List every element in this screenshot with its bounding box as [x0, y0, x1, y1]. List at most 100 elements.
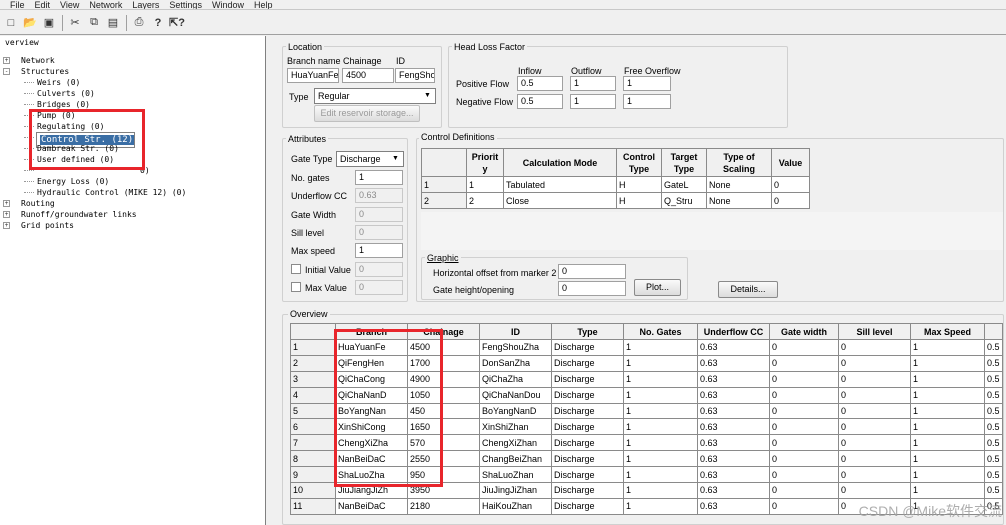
control-cell[interactable]: Close — [503, 192, 617, 209]
new-icon[interactable]: □ — [2, 14, 20, 32]
overview-cell[interactable]: 7 — [290, 434, 336, 452]
control-cell[interactable]: 2 — [421, 192, 467, 209]
overview-cell[interactable]: 0.5 — [984, 402, 1003, 420]
overview-cell[interactable]: 0.5 — [984, 466, 1003, 484]
tree-item[interactable]: Hydraulic Control (MIKE 12) (0) — [36, 187, 187, 198]
overview-cell[interactable]: 0 — [838, 434, 911, 452]
overview-cell[interactable]: 0.63 — [697, 497, 770, 515]
paste-icon[interactable]: ▤ — [104, 14, 122, 32]
overview-cell[interactable]: ChangBeiZhan — [479, 450, 552, 468]
tree-expander-icon[interactable]: + — [3, 211, 10, 218]
overview-cell[interactable]: 1 — [623, 339, 698, 356]
overview-cell[interactable]: 0.63 — [697, 450, 770, 468]
overview-cell[interactable]: Discharge — [551, 450, 624, 468]
positive-free-overflow-field[interactable]: 1 — [623, 76, 671, 91]
overview-cell[interactable]: 0.63 — [697, 370, 770, 388]
overview-cell[interactable]: 1 — [623, 434, 698, 452]
overview-cell[interactable]: Discharge — [551, 354, 624, 372]
overview-cell[interactable]: 0.63 — [697, 482, 770, 499]
save-icon[interactable]: ▣ — [40, 14, 58, 32]
menu-item-file[interactable]: File — [10, 1, 25, 10]
menu-item-layers[interactable]: Layers — [132, 1, 159, 10]
overview-header-cell[interactable] — [984, 323, 1003, 340]
negative-free-overflow-field[interactable]: 1 — [623, 94, 671, 109]
overview-cell[interactable]: Discharge — [551, 466, 624, 484]
gate-type-select[interactable]: Discharge ▼ — [336, 151, 404, 167]
overview-cell[interactable]: ShaLuoZhan — [479, 466, 552, 484]
tree-item[interactable]: Structures — [20, 66, 70, 77]
overview-cell[interactable]: 0.63 — [697, 386, 770, 404]
overview-cell[interactable]: 1 — [290, 339, 336, 356]
overview-cell[interactable]: 1 — [910, 434, 985, 452]
overview-cell[interactable]: HaiKouZhan — [479, 497, 552, 515]
overview-cell[interactable]: 0.5 — [984, 482, 1003, 499]
overview-cell[interactable]: 0 — [769, 402, 839, 420]
overview-cell[interactable]: 0.5 — [984, 354, 1003, 372]
type-select[interactable]: Regular ▼ — [314, 88, 436, 104]
attribute-field[interactable]: 0.63 — [355, 188, 403, 204]
overview-cell[interactable]: 0.5 — [984, 339, 1003, 356]
attribute-field[interactable]: 0 — [355, 279, 403, 295]
overview-cell[interactable]: ChengXiZhan — [479, 434, 552, 452]
overview-cell[interactable]: 0 — [838, 339, 911, 356]
control-cell[interactable]: Tabulated — [503, 176, 617, 193]
control-cell[interactable]: 0 — [771, 192, 810, 209]
overview-cell[interactable]: Discharge — [551, 482, 624, 499]
overview-cell[interactable]: 0 — [838, 402, 911, 420]
overview-header-cell[interactable]: Underflow CC — [697, 323, 770, 340]
plot-button[interactable]: Plot... — [634, 279, 681, 296]
overview-cell[interactable]: 1 — [623, 354, 698, 372]
overview-cell[interactable]: 0 — [838, 386, 911, 404]
overview-cell[interactable]: 11 — [290, 497, 336, 515]
control-cell[interactable]: H — [616, 192, 662, 209]
context-help-icon[interactable]: ⇱? — [168, 14, 186, 32]
overview-cell[interactable]: 1 — [623, 386, 698, 404]
overview-cell[interactable]: QiChaNanDou — [479, 386, 552, 404]
overview-cell[interactable]: 0 — [769, 386, 839, 404]
overview-cell[interactable]: 0.63 — [697, 402, 770, 420]
menu-item-edit[interactable]: Edit — [35, 1, 51, 10]
attribute-field[interactable]: 1 — [355, 170, 403, 185]
horizontal-offset-field[interactable]: 0 — [558, 264, 626, 279]
overview-cell[interactable]: 1 — [910, 466, 985, 484]
checkbox[interactable] — [291, 281, 301, 292]
overview-header-cell[interactable]: ID — [479, 323, 552, 340]
overview-cell[interactable]: Discharge — [551, 339, 624, 356]
overview-cell[interactable]: Discharge — [551, 386, 624, 404]
overview-cell[interactable]: 0 — [769, 370, 839, 388]
overview-cell[interactable]: 0.63 — [697, 434, 770, 452]
overview-cell[interactable]: 1 — [910, 339, 985, 356]
overview-cell[interactable]: 1 — [910, 354, 985, 372]
overview-cell[interactable]: 1 — [910, 402, 985, 420]
overview-cell[interactable]: 8 — [290, 450, 336, 468]
overview-cell[interactable]: 1 — [623, 370, 698, 388]
open-icon[interactable]: 📂 — [21, 14, 39, 32]
overview-cell[interactable]: 0.63 — [697, 339, 770, 356]
tree-item[interactable]: Energy Loss (0) — [36, 176, 110, 187]
positive-outflow-field[interactable]: 1 — [570, 76, 616, 91]
copy-icon[interactable]: ⧉ — [85, 14, 103, 32]
overview-header-cell[interactable]: Max Speed — [910, 323, 985, 340]
overview-cell[interactable]: 1 — [623, 450, 698, 468]
overview-header-cell[interactable]: Sill level — [838, 323, 911, 340]
attribute-field[interactable]: 0 — [355, 261, 403, 277]
control-cell[interactable]: Q_Stru — [661, 192, 707, 209]
overview-cell[interactable]: 0.5 — [984, 434, 1003, 452]
negative-outflow-field[interactable]: 1 — [570, 94, 616, 109]
menu-item-settings[interactable]: Settings — [169, 1, 202, 10]
overview-cell[interactable]: Discharge — [551, 418, 624, 436]
tree-item[interactable]: Routing — [20, 198, 56, 209]
checkbox[interactable] — [291, 263, 301, 274]
tree-expander-icon[interactable]: + — [3, 200, 10, 207]
overview-cell[interactable]: Discharge — [551, 402, 624, 420]
attribute-field[interactable]: 0 — [355, 206, 403, 222]
overview-cell[interactable]: 0 — [769, 497, 839, 515]
overview-cell[interactable]: 0 — [838, 370, 911, 388]
overview-cell[interactable]: 3 — [290, 370, 336, 388]
control-cell[interactable]: 1 — [421, 176, 467, 193]
overview-cell[interactable]: 0 — [838, 466, 911, 484]
control-cell[interactable]: H — [616, 176, 662, 193]
gate-height-field[interactable]: 0 — [558, 281, 626, 296]
overview-cell[interactable]: 1 — [623, 418, 698, 436]
control-cell[interactable]: None — [706, 192, 772, 209]
